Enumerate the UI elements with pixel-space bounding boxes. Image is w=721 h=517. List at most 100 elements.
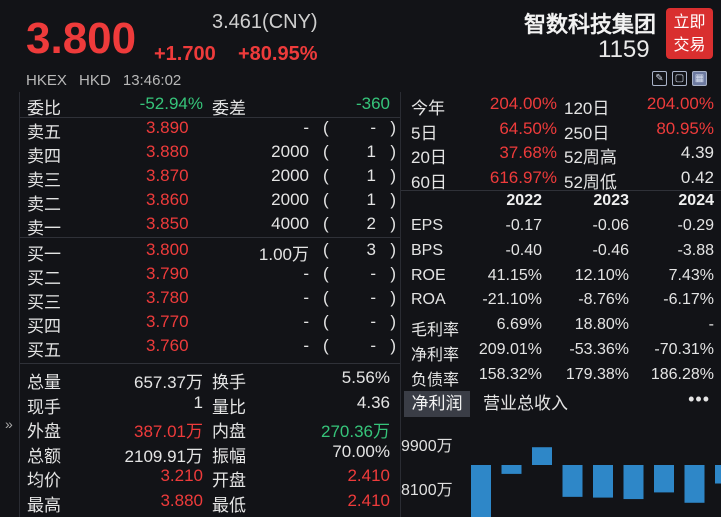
net-profit-chart <box>471 447 721 517</box>
bids-volume: - <box>303 312 309 331</box>
asks-row[interactable]: 卖四 3.880 2000 (1) <box>20 141 400 166</box>
bids-row[interactable]: 买四 3.770-(-) <box>20 311 400 336</box>
bids-level-label: 买三 <box>27 293 61 312</box>
stock-code: 1159 <box>598 36 650 63</box>
financial-label: EPS <box>411 217 444 234</box>
bids-price: 3.790 <box>146 264 189 283</box>
paren-close: ) <box>390 214 396 233</box>
bids-row[interactable]: 买二 3.790-(-) <box>20 263 400 288</box>
committee-ratio-label: 委比 <box>27 99 61 118</box>
market-meta: HKEX HKD 13:46:02 <box>26 72 189 89</box>
paren-open: ( <box>323 190 329 209</box>
paren-open: ( <box>323 312 329 331</box>
window-icon[interactable]: ▢ <box>672 71 687 86</box>
asks-row[interactable]: 卖三 3.870 2000 (1) <box>20 165 400 190</box>
net-profit-bar[interactable] <box>654 465 674 493</box>
grid-icon[interactable]: ▦ <box>692 71 707 86</box>
more-icon[interactable]: ••• <box>688 389 710 410</box>
net-profit-bar[interactable] <box>532 447 552 465</box>
order-book-panel: 委比 -52.94% 委差 -360 卖五 3.890-(-) 卖四 3.880 200… <box>20 92 400 517</box>
financial-value: -53.36% <box>569 341 629 358</box>
performance-label: 250日 <box>564 123 610 143</box>
asks-order-count: 1 <box>366 142 376 161</box>
financial-row: 毛利率 6.69% 18.80% - <box>401 315 721 340</box>
financial-years-header: 2022 2023 2024 <box>401 191 721 215</box>
financial-value: 186.28% <box>650 365 714 383</box>
performance-value: 0.42 <box>680 167 714 187</box>
currency-label: HKD <box>79 72 111 89</box>
financial-row: ROE 41.15% 12.10% 7.43% <box>401 266 721 291</box>
stat-value: 5.56% <box>341 368 390 387</box>
financial-value: -0.17 <box>505 217 542 234</box>
paren-open: ( <box>323 118 329 137</box>
financial-label: 毛利率 <box>411 322 460 340</box>
stat-row: 总额 2109.91万 振幅 70.00% <box>20 441 400 466</box>
performance-label: 20日 <box>411 148 447 167</box>
committee-ratio-value: -52.94% <box>139 94 203 113</box>
performance-row: 20日 37.68% 52周高 4.39 <box>401 142 721 167</box>
bids-level-label: 买五 <box>27 341 61 360</box>
quote-time: 13:46:02 <box>122 72 182 89</box>
financial-value: 158.32% <box>478 365 542 383</box>
asks-price: 3.860 <box>146 190 189 209</box>
financial-value: -6.17% <box>663 291 714 309</box>
asks-row[interactable]: 卖五 3.890-(-) <box>20 117 400 142</box>
bids-row[interactable]: 买五 3.760-(-) <box>20 335 400 360</box>
edit-icon[interactable]: ✎ <box>652 71 667 86</box>
financial-label: BPS <box>411 241 444 259</box>
stat-value: 270.36万 <box>321 422 390 441</box>
stat-label: 内盘 <box>212 422 246 441</box>
asks-level-label: 卖四 <box>27 147 61 166</box>
performance-row: 5日 64.50% 250日 80.95% <box>401 118 721 143</box>
header-toolbar: ✎ ▢ ▦ <box>652 71 707 86</box>
performance-value: 80.95% <box>656 118 714 138</box>
trade-button-line1: 立即 <box>673 14 706 31</box>
net-profit-bar[interactable] <box>562 465 583 497</box>
stat-label: 最低 <box>212 495 246 515</box>
net-profit-bar[interactable] <box>593 465 613 498</box>
bids-row[interactable]: 买三 3.780-(-) <box>20 287 400 312</box>
bids-price: 3.770 <box>146 312 189 331</box>
bids-level-label: 买一 <box>27 245 61 264</box>
financial-row: EPS -0.17 -0.06 -0.29 <box>401 216 721 241</box>
financial-value: -21.10% <box>482 291 542 309</box>
chevron-right-icon[interactable]: » <box>5 416 13 432</box>
exchange-label: HKEX <box>26 72 67 89</box>
performance-value: 4.39 <box>680 143 714 162</box>
divider <box>20 363 400 364</box>
performance-label: 120日 <box>564 99 610 118</box>
net-profit-bar[interactable] <box>501 465 522 474</box>
bids-order-count: - <box>370 288 376 307</box>
performance-label: 60日 <box>411 172 447 192</box>
bids-price: 3.780 <box>146 288 189 307</box>
asks-volume: 4000 <box>271 214 309 233</box>
stock-name: 智数科技集团 <box>524 12 657 37</box>
trade-now-button[interactable]: 立即 交易 <box>666 8 713 59</box>
net-profit-bar[interactable] <box>623 465 644 500</box>
tab-net-profit[interactable]: 净利润 <box>404 391 470 417</box>
financial-label: ROA <box>411 291 446 309</box>
stat-row: 现手 1 量比 4.36 <box>20 392 400 417</box>
asks-row[interactable]: 卖二 3.860 2000 (1) <box>20 189 400 214</box>
net-profit-bar[interactable] <box>715 465 721 484</box>
bids-level-label: 买四 <box>27 317 61 336</box>
paren-open: ( <box>323 288 329 307</box>
asks-row[interactable]: 卖一 3.850 4000 (2) <box>20 213 400 238</box>
price-change: +1.700 <box>154 43 216 65</box>
bids-volume: - <box>303 264 309 283</box>
price-change-percent: +80.95% <box>238 43 318 65</box>
net-profit-bar[interactable] <box>471 465 491 517</box>
bids-order-count: - <box>370 312 376 331</box>
paren-close: ) <box>390 312 396 331</box>
collapse-rail[interactable]: » <box>0 92 20 517</box>
paren-open: ( <box>323 166 329 185</box>
asks-level-label: 卖三 <box>27 171 61 190</box>
stat-value: 2.410 <box>347 466 390 485</box>
stat-value: 70.00% <box>332 441 390 461</box>
stat-label: 外盘 <box>27 422 61 441</box>
tab-total-revenue[interactable]: 营业总收入 <box>483 391 568 417</box>
paren-open: ( <box>323 264 329 283</box>
financial-value: - <box>708 316 714 334</box>
net-profit-bar[interactable] <box>684 465 705 503</box>
bids-row[interactable]: 买一 3.800 1.00万 (3) <box>20 239 400 264</box>
